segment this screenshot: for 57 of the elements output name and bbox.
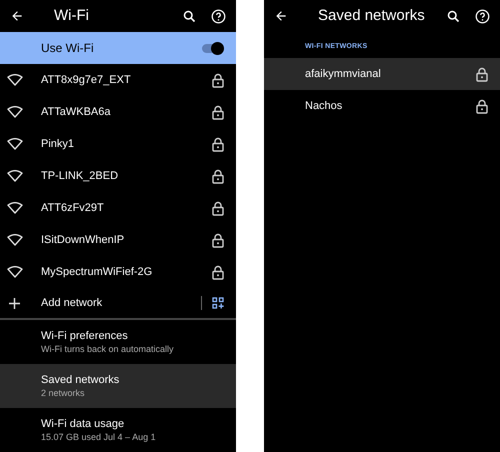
add-network-label[interactable]: Add network xyxy=(41,294,201,312)
lock-icon xyxy=(212,168,224,184)
settings-item[interactable]: Wi-Fi data usage 15.07 GB used Jul 4 – Aug 1 xyxy=(0,408,236,452)
saved-network-row[interactable]: Nachos xyxy=(264,90,500,122)
back-arrow-icon[interactable] xyxy=(10,9,24,23)
wifi-icon xyxy=(7,170,23,182)
network-name: ATT8x9g7e7_EXT xyxy=(41,72,132,88)
wifi-icon xyxy=(7,202,23,214)
lock-icon xyxy=(212,232,224,248)
item-title: Wi-Fi preferences xyxy=(41,329,129,343)
qr-code-icon[interactable] xyxy=(212,297,224,309)
item-subtitle: Wi-Fi turns back on automatically xyxy=(41,343,175,355)
saved-network-row[interactable]: afaikymmvianal xyxy=(264,58,500,90)
add-icon[interactable] xyxy=(9,298,20,308)
wifi-icon xyxy=(7,234,23,246)
wifi-icon xyxy=(7,74,23,86)
search-icon[interactable] xyxy=(182,8,197,24)
use-wifi-row[interactable]: Use Wi-Fi xyxy=(0,32,236,64)
wifi-icon xyxy=(7,138,23,150)
lock-icon xyxy=(212,104,224,120)
item-title: Wi-Fi data usage xyxy=(41,417,126,431)
lock-icon xyxy=(476,66,488,82)
lock-icon xyxy=(212,200,224,216)
back-arrow-icon[interactable] xyxy=(274,9,288,23)
network-name: TP-LINK_2BED xyxy=(41,168,120,184)
search-icon[interactable] xyxy=(446,8,461,24)
lock-icon xyxy=(212,136,224,152)
settings-item[interactable]: Wi-Fi preferences Wi-Fi turns back on automatically xyxy=(0,320,236,364)
screen-title: Saved networks xyxy=(318,6,426,26)
network-name: afaikymmvianal xyxy=(305,66,382,82)
item-subtitle: 2 networks xyxy=(41,387,86,399)
network-name: Pinky1 xyxy=(41,136,76,152)
item-subtitle: 15.07 GB used Jul 4 – Aug 1 xyxy=(41,431,157,443)
network-row[interactable]: ATT6zFv29T xyxy=(0,192,236,224)
network-row[interactable]: ATT8x9g7e7_EXT xyxy=(0,64,236,96)
lock-icon xyxy=(212,264,224,280)
screen-title: Wi-Fi xyxy=(54,6,90,26)
network-name: ATTaWKBA6a xyxy=(41,104,112,120)
help-icon[interactable] xyxy=(211,8,226,24)
network-row[interactable]: ISitDownWhenIP xyxy=(0,224,236,256)
network-name: Nachos xyxy=(305,98,344,114)
wifi-icon xyxy=(7,106,23,118)
network-name: MySpectrumWiFief-2G xyxy=(41,264,154,280)
network-name: ISitDownWhenIP xyxy=(41,232,126,248)
item-title: Saved networks xyxy=(41,373,120,387)
network-name: ATT6zFv29T xyxy=(41,200,105,216)
lock-icon xyxy=(212,72,224,88)
lock-icon xyxy=(476,98,488,114)
help-icon[interactable] xyxy=(475,8,490,24)
use-wifi-label: Use Wi-Fi xyxy=(41,40,95,57)
network-row[interactable]: MySpectrumWiFief-2G xyxy=(0,256,236,288)
network-row[interactable]: ATTaWKBA6a xyxy=(0,96,236,128)
toggle-switch[interactable] xyxy=(200,41,224,55)
settings-item[interactable]: Saved networks 2 networks xyxy=(0,364,236,408)
network-row[interactable]: Pinky1 xyxy=(0,128,236,160)
network-row[interactable]: TP-LINK_2BED xyxy=(0,160,236,192)
wifi-icon xyxy=(7,266,23,278)
